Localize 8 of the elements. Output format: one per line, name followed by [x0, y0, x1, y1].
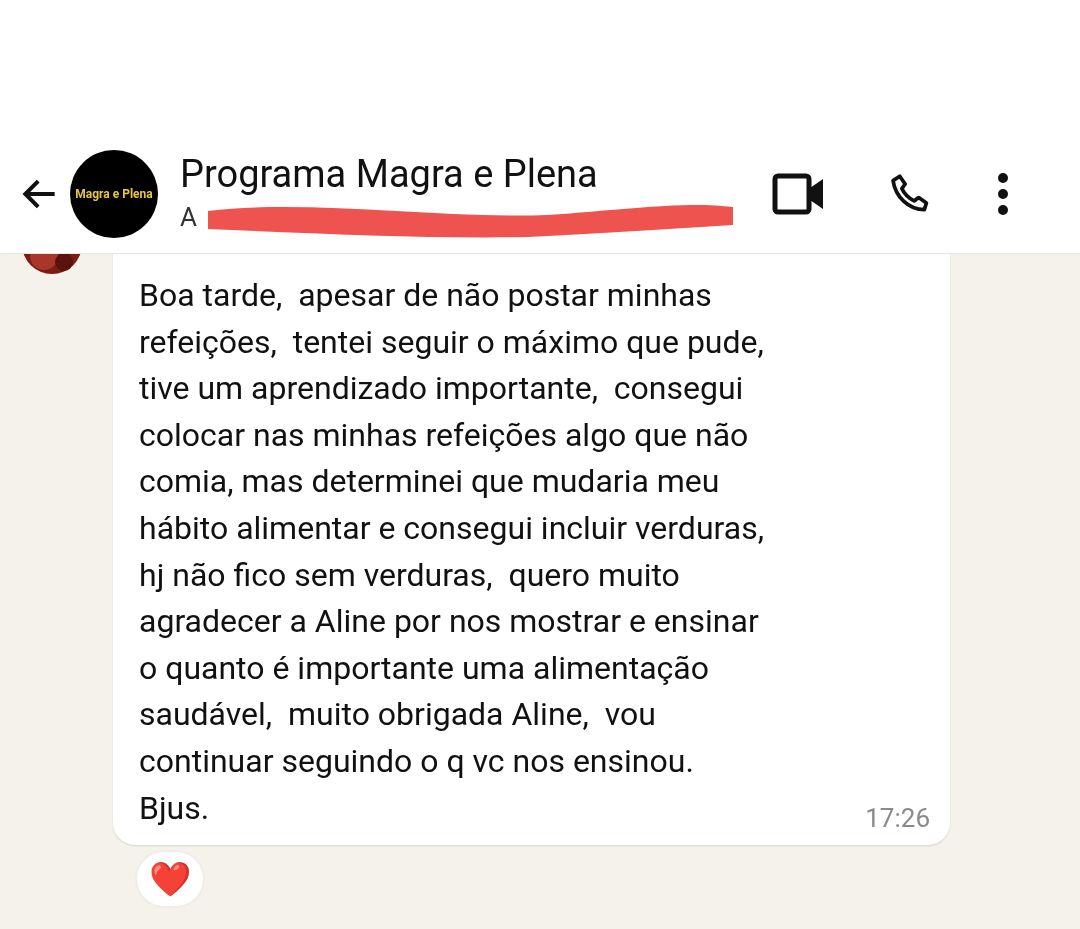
- heart-reaction[interactable]: ❤: [135, 850, 205, 908]
- message-time: 17:26: [865, 803, 930, 834]
- more-options-icon[interactable]: [996, 172, 1010, 216]
- video-call-icon[interactable]: [772, 172, 826, 216]
- chat-title: Programa Magra e Plena: [180, 151, 599, 197]
- group-avatar[interactable]: Magra e Plena: [70, 150, 158, 238]
- message-text: Boa tarde, apesar de não postar minhas refeições, tentei seguir o máximo que pude, tive um aprendizado importante, consegui colocar nas minhas refeições algo que não comia, mas determinei que mudaria meu hábito alimentar e consegui incluir verduras, hj não fico sem verduras, quero muito agradecer a Aline por nos mostrar e ensinar o quanto é importante uma alimentação saudável, muito obrigada Aline, vou continuar seguindo o q vc nos ensinou. Bjus.: [139, 275, 764, 829]
- chat-subtitle: A: [180, 201, 197, 234]
